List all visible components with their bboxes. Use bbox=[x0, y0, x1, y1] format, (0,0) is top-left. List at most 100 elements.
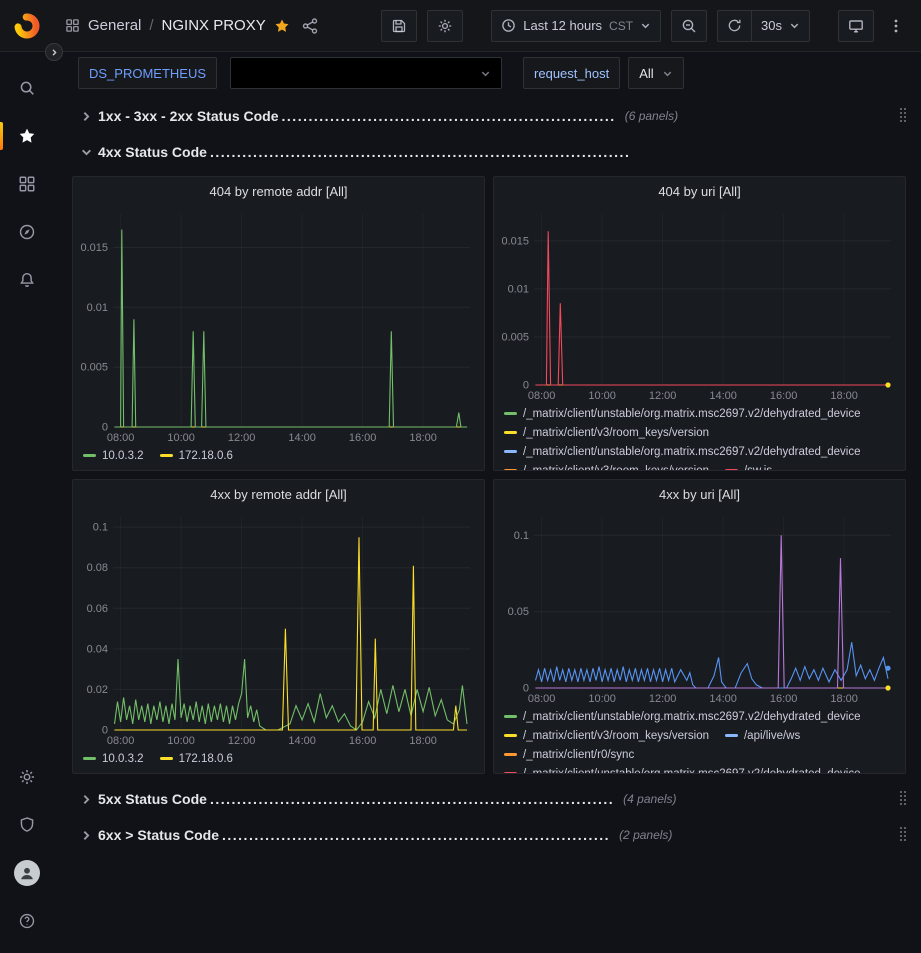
legend-marker bbox=[725, 469, 738, 470]
legend-item[interactable]: 10.0.3.2 bbox=[83, 446, 144, 465]
legend-label: /_matrix/client/unstable/org.matrix.msc2… bbox=[523, 711, 861, 723]
breadcrumb-general-link[interactable]: General bbox=[88, 17, 141, 34]
legend-marker bbox=[504, 715, 517, 718]
sidebar-item-alerting[interactable] bbox=[0, 263, 53, 297]
sidebar-item-admin[interactable] bbox=[0, 808, 53, 842]
monitor-icon bbox=[848, 18, 864, 34]
datasource-value-select[interactable] bbox=[230, 57, 502, 89]
legend-marker bbox=[504, 450, 517, 453]
legend: 10.0.3.2 172.18.0.6 bbox=[73, 444, 484, 470]
chart-svg: 00.050.108:0010:0012:0014:0016:0018:00 bbox=[498, 508, 901, 705]
chevron-down-icon bbox=[80, 146, 98, 159]
row-4xx[interactable]: 4xx Status Code ........................… bbox=[80, 138, 908, 166]
row-drag-handle[interactable] bbox=[900, 108, 908, 124]
legend-item[interactable]: /_matrix/client/unstable/org.matrix.msc2… bbox=[504, 404, 861, 423]
legend-item[interactable]: 172.18.0.6 bbox=[160, 749, 233, 768]
legend-item[interactable]: /_matrix/client/unstable/org.matrix.msc2… bbox=[504, 707, 861, 726]
sidebar-item-search[interactable] bbox=[0, 71, 53, 105]
legend-item[interactable]: /api/live/ws bbox=[725, 726, 800, 745]
legend-marker bbox=[83, 454, 96, 457]
legend-item[interactable]: /_matrix/client/v3/room_keys/version bbox=[504, 461, 709, 470]
sidebar-item-profile[interactable] bbox=[0, 856, 53, 890]
svg-text:16:00: 16:00 bbox=[770, 693, 798, 705]
refresh-interval-picker[interactable]: 30s bbox=[751, 10, 810, 42]
svg-text:18:00: 18:00 bbox=[409, 432, 437, 444]
legend-marker bbox=[83, 757, 96, 760]
zoom-out-button[interactable] bbox=[671, 10, 707, 42]
time-range-picker[interactable]: Last 12 hours CST bbox=[491, 10, 661, 42]
row-title: 6xx > Status Code bbox=[98, 827, 219, 843]
time-series-chart[interactable]: 00.050.108:0010:0012:0014:0016:0018:00 bbox=[498, 508, 901, 705]
time-series-chart[interactable]: 00.0050.010.01508:0010:0012:0014:0016:00… bbox=[77, 205, 480, 444]
legend-label: /sw.js bbox=[744, 465, 772, 471]
request-host-select[interactable]: All bbox=[628, 57, 683, 89]
row-5xx[interactable]: 5xx Status Code ........................… bbox=[80, 785, 908, 813]
legend-marker bbox=[504, 772, 517, 773]
legend-item[interactable]: /_matrix/client/v3/room_keys/version bbox=[504, 726, 709, 745]
panel-title[interactable]: 4xx by uri [All] bbox=[494, 480, 905, 508]
save-dashboard-button[interactable] bbox=[381, 10, 417, 42]
dashboard-settings-button[interactable] bbox=[427, 10, 463, 42]
sidebar-item-explore[interactable] bbox=[0, 215, 53, 249]
svg-text:08:00: 08:00 bbox=[528, 390, 556, 402]
time-series-chart[interactable]: 00.020.040.060.080.108:0010:0012:0014:00… bbox=[77, 508, 480, 747]
chart-svg: 00.0050.010.01508:0010:0012:0014:0016:00… bbox=[498, 205, 901, 402]
row-drag-handle[interactable] bbox=[900, 791, 908, 807]
legend-item[interactable]: /_matrix/client/v3/room_keys/version bbox=[504, 423, 709, 442]
svg-text:18:00: 18:00 bbox=[830, 390, 858, 402]
legend-item[interactable]: /_matrix/client/unstable/org.matrix.msc2… bbox=[504, 442, 861, 461]
tv-mode-button[interactable] bbox=[838, 10, 874, 42]
svg-text:0.01: 0.01 bbox=[508, 283, 529, 295]
legend-label: 10.0.3.2 bbox=[102, 753, 144, 765]
svg-text:0.015: 0.015 bbox=[80, 242, 108, 254]
time-series-chart[interactable]: 00.0050.010.01508:0010:0012:0014:0016:00… bbox=[498, 205, 901, 402]
sidebar-item-help[interactable] bbox=[0, 904, 53, 938]
legend-item[interactable]: /_matrix/client/unstable/org.matrix.msc2… bbox=[504, 764, 861, 773]
legend-marker bbox=[504, 734, 517, 737]
row-6xx[interactable]: 6xx > Status Code ......................… bbox=[80, 821, 908, 849]
search-icon bbox=[18, 79, 36, 97]
legend-item[interactable]: /sw.js bbox=[725, 461, 772, 470]
sidebar-item-starred[interactable] bbox=[0, 119, 53, 153]
breadcrumb-separator: / bbox=[149, 17, 153, 34]
legend-item[interactable]: 10.0.3.2 bbox=[83, 749, 144, 768]
sidebar-item-settings[interactable] bbox=[0, 760, 53, 794]
chart-svg: 00.020.040.060.080.108:0010:0012:0014:00… bbox=[77, 508, 480, 747]
legend-label: /_matrix/client/unstable/org.matrix.msc2… bbox=[523, 768, 861, 774]
dashboard-title: NGINX PROXY bbox=[162, 17, 266, 34]
grafana-logo[interactable] bbox=[11, 10, 43, 42]
row-title: 1xx - 3xx - 2xx Status Code bbox=[98, 108, 279, 124]
svg-text:10:00: 10:00 bbox=[167, 432, 195, 444]
row-title-leader: ........................................… bbox=[210, 791, 614, 807]
refresh-icon bbox=[727, 18, 742, 33]
grafana-flame-icon bbox=[13, 12, 41, 40]
legend-label: /_matrix/client/v3/room_keys/version bbox=[523, 427, 709, 439]
row-1xx-3xx-2xx[interactable]: 1xx - 3xx - 2xx Status Code ............… bbox=[80, 102, 908, 130]
kebab-menu-button[interactable] bbox=[884, 10, 908, 42]
refresh-button[interactable] bbox=[717, 10, 751, 42]
row-panel-count: (6 panels) bbox=[625, 109, 678, 123]
legend-marker bbox=[160, 454, 173, 457]
svg-text:14:00: 14:00 bbox=[709, 390, 737, 402]
legend-label: /_matrix/client/unstable/org.matrix.msc2… bbox=[523, 408, 861, 420]
panel-title[interactable]: 404 by remote addr [All] bbox=[73, 177, 484, 205]
svg-text:16:00: 16:00 bbox=[349, 735, 377, 747]
svg-text:0.005: 0.005 bbox=[501, 332, 529, 344]
legend-item[interactable]: 172.18.0.6 bbox=[160, 446, 233, 465]
favorite-star-button[interactable] bbox=[274, 18, 290, 34]
share-dashboard-button[interactable] bbox=[302, 18, 318, 34]
panel-title[interactable]: 404 by uri [All] bbox=[494, 177, 905, 205]
sidebar-expand-button[interactable] bbox=[45, 43, 63, 61]
legend-item[interactable]: /_matrix/client/r0/sync bbox=[504, 745, 634, 764]
var-request-host-label[interactable]: request_host bbox=[523, 57, 620, 89]
svg-text:16:00: 16:00 bbox=[349, 432, 377, 444]
row-title-leader: ........................................… bbox=[282, 108, 616, 124]
var-ds-prometheus[interactable]: DS_PROMETHEUS bbox=[78, 57, 217, 89]
legend-label: /_matrix/client/v3/room_keys/version bbox=[523, 730, 709, 742]
kebab-icon bbox=[888, 18, 904, 34]
sidebar-item-dashboards[interactable] bbox=[0, 167, 53, 201]
row-drag-handle[interactable] bbox=[900, 827, 908, 843]
panel-title[interactable]: 4xx by remote addr [All] bbox=[73, 480, 484, 508]
chevron-down-icon bbox=[789, 20, 800, 31]
variables-bar: DS_PROMETHEUS request_host All bbox=[53, 52, 921, 92]
